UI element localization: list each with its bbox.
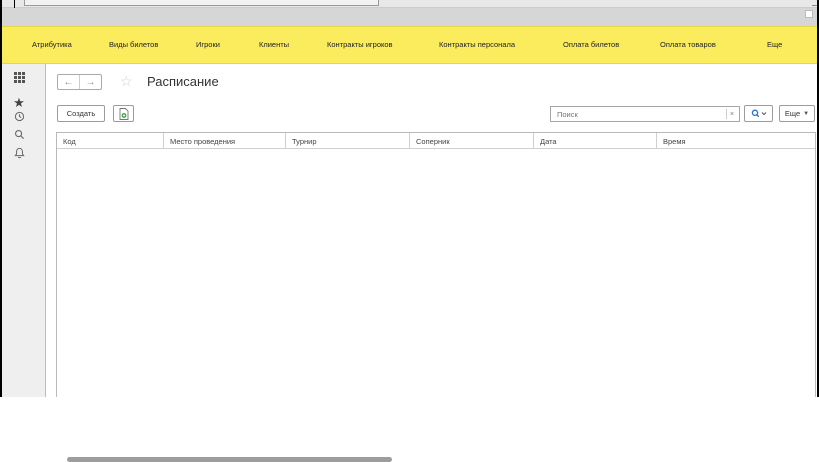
menu-item-goods-payment[interactable]: Оплата товаров bbox=[660, 40, 716, 49]
main-menu-bar: Атрибутика Виды билетов Игроки Клиенты К… bbox=[2, 26, 817, 64]
window-top-strip bbox=[2, 0, 818, 8]
chevron-down-icon: ▼ bbox=[803, 110, 810, 117]
frame-divider bbox=[14, 0, 15, 8]
more-actions-label: Еще bbox=[784, 109, 801, 118]
left-sidebar: ★ bbox=[2, 64, 46, 397]
menu-item-ticket-payment[interactable]: Оплата билетов bbox=[563, 40, 619, 49]
page-title: Расписание bbox=[147, 74, 219, 89]
table-header: Код Место проведения Турнир Соперник Дат… bbox=[57, 133, 815, 149]
column-header-code[interactable]: Код bbox=[57, 133, 164, 149]
address-field-edge bbox=[24, 0, 379, 6]
search-field[interactable]: × bbox=[550, 106, 740, 122]
schedule-table: Код Место проведения Турнир Соперник Дат… bbox=[56, 132, 816, 462]
export-document-button[interactable] bbox=[113, 105, 134, 122]
column-header-venue[interactable]: Место проведения bbox=[164, 133, 286, 149]
more-actions-button[interactable]: Еще ▼ bbox=[779, 105, 815, 122]
clear-search-icon[interactable]: × bbox=[726, 109, 737, 119]
menu-item-more[interactable]: Еще bbox=[767, 40, 782, 49]
menu-item-ticket-types[interactable]: Виды билетов bbox=[109, 40, 158, 49]
menu-item-player-contracts[interactable]: Контракты игроков bbox=[327, 40, 393, 49]
column-header-opponent[interactable]: Соперник bbox=[410, 133, 534, 149]
menu-item-players[interactable]: Игроки bbox=[196, 40, 220, 49]
history-nav: ← → bbox=[57, 74, 102, 90]
history-clock-icon[interactable] bbox=[12, 109, 26, 123]
search-button[interactable] bbox=[744, 105, 773, 122]
favorites-star-icon[interactable]: ★ bbox=[12, 95, 26, 110]
window-restore-button[interactable] bbox=[805, 10, 813, 18]
add-to-favorites-star-icon[interactable]: ☆ bbox=[120, 73, 133, 90]
column-header-tournament[interactable]: Турнир bbox=[286, 133, 410, 149]
column-header-time[interactable]: Время bbox=[657, 133, 815, 149]
menu-item-staff-contracts[interactable]: Контракты персонала bbox=[439, 40, 515, 49]
document-icon bbox=[119, 107, 128, 120]
main-content: ← → ☆ Расписание Создать × Еще ▼ Код Мес… bbox=[47, 64, 817, 462]
create-button[interactable]: Создать bbox=[57, 105, 105, 122]
window-titlebar bbox=[2, 8, 817, 26]
search-icon[interactable] bbox=[12, 127, 26, 141]
back-arrow-icon[interactable]: ← bbox=[58, 75, 79, 89]
notifications-bell-icon[interactable] bbox=[12, 146, 26, 160]
horizontal-scrollbar[interactable] bbox=[67, 457, 392, 462]
search-input[interactable] bbox=[551, 107, 721, 121]
apps-grid-icon[interactable] bbox=[12, 70, 26, 84]
menu-item-atributika[interactable]: Атрибутика bbox=[32, 40, 72, 49]
search-dropdown-icon bbox=[751, 109, 766, 118]
menu-item-clients[interactable]: Клиенты bbox=[259, 40, 289, 49]
forward-arrow-icon[interactable]: → bbox=[79, 75, 101, 89]
column-header-date[interactable]: Дата bbox=[534, 133, 657, 149]
